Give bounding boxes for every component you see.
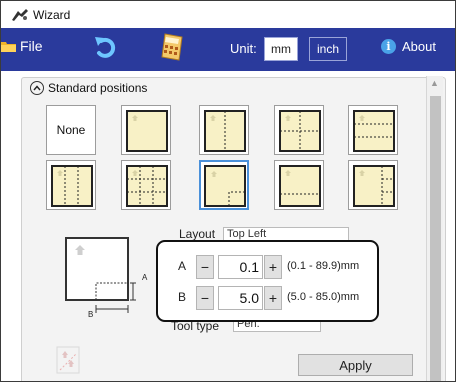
layout-label: Layout [179, 227, 216, 241]
window-title: Wizard [33, 7, 71, 22]
tile-none-label: None [56, 123, 86, 137]
margin-b-label: B [178, 290, 187, 304]
margin-b-row: B − 5.0 + (5.0 - 85.0)mm [158, 285, 381, 311]
position-tile-vertical-split[interactable] [199, 105, 249, 155]
folder-icon [1, 41, 16, 52]
about-button[interactable]: i About [381, 39, 436, 54]
layout-bottom-band-icon [279, 165, 321, 207]
layout-grid-icon [126, 165, 168, 207]
layout-three-rows-icon [353, 110, 395, 152]
position-tile-quad[interactable] [274, 105, 324, 155]
info-icon: i [381, 39, 396, 54]
layout-right-column-icon [353, 165, 395, 207]
section-header[interactable]: Standard positions [30, 81, 147, 95]
unit-mm-button[interactable]: mm [264, 37, 298, 61]
position-tile-none[interactable]: None [46, 105, 96, 155]
margin-a-label: A [178, 259, 187, 273]
section-title: Standard positions [48, 81, 148, 95]
position-tile-bottom-band[interactable] [274, 160, 324, 210]
wizard-app-icon [12, 8, 28, 21]
margin-b-input[interactable]: 5.0 [218, 286, 263, 310]
position-tile-three-rows[interactable] [348, 105, 398, 155]
layout-vertical-split-icon [204, 110, 246, 152]
vertical-scrollbar[interactable]: ▲ [426, 76, 443, 381]
file-label: File [20, 38, 43, 54]
preview-label-a: A [142, 273, 148, 282]
apply-button[interactable]: Apply [298, 354, 413, 376]
unit-inch-button[interactable]: inch [309, 37, 347, 61]
margin-a-input[interactable]: 0.1 [218, 255, 263, 279]
position-tile-top-left[interactable] [199, 160, 249, 210]
position-tile-right-column[interactable] [348, 160, 398, 210]
position-tile-full[interactable] [121, 105, 171, 155]
margin-b-increment-button[interactable]: + [264, 286, 282, 310]
margin-b-range: (5.0 - 85.0)mm [287, 291, 360, 303]
about-label: About [402, 39, 436, 54]
orientation-icon[interactable] [56, 346, 80, 374]
layout-three-columns-icon [51, 165, 93, 207]
layout-quad-icon [279, 110, 321, 152]
margin-a-row: A − 0.1 + (0.1 - 89.9)mm [158, 254, 381, 280]
main-toolbar: File Unit: mm inch i About [1, 28, 455, 71]
wizard-window: Wizard File Unit: mm inch i About ▲ Stan… [0, 0, 456, 382]
margin-a-decrement-button[interactable]: − [196, 255, 214, 279]
margin-b-decrement-button[interactable]: − [196, 286, 214, 310]
title-bar: Wizard [1, 1, 455, 28]
margin-a-range: (0.1 - 89.9)mm [287, 260, 360, 272]
layout-top-left-icon [204, 165, 246, 207]
margin-a-increment-button[interactable]: + [264, 255, 282, 279]
scroll-thumb[interactable] [430, 96, 441, 381]
margin-editor-callout: A − 0.1 + (0.1 - 89.9)mm B − 5.0 + (5.0 … [156, 240, 379, 322]
position-tile-three-columns[interactable] [46, 160, 96, 210]
preview-label-b: B [88, 310, 94, 319]
undo-icon[interactable] [93, 35, 119, 61]
scroll-up-icon[interactable]: ▲ [430, 79, 440, 88]
layout-full-icon [126, 110, 168, 152]
collapse-chevron-icon[interactable] [30, 81, 44, 95]
file-menu[interactable]: File [1, 38, 43, 54]
position-tile-grid[interactable] [121, 160, 171, 210]
calculator-icon[interactable] [161, 33, 183, 61]
unit-label: Unit: [230, 41, 257, 56]
margin-preview-diagram [65, 237, 136, 313]
